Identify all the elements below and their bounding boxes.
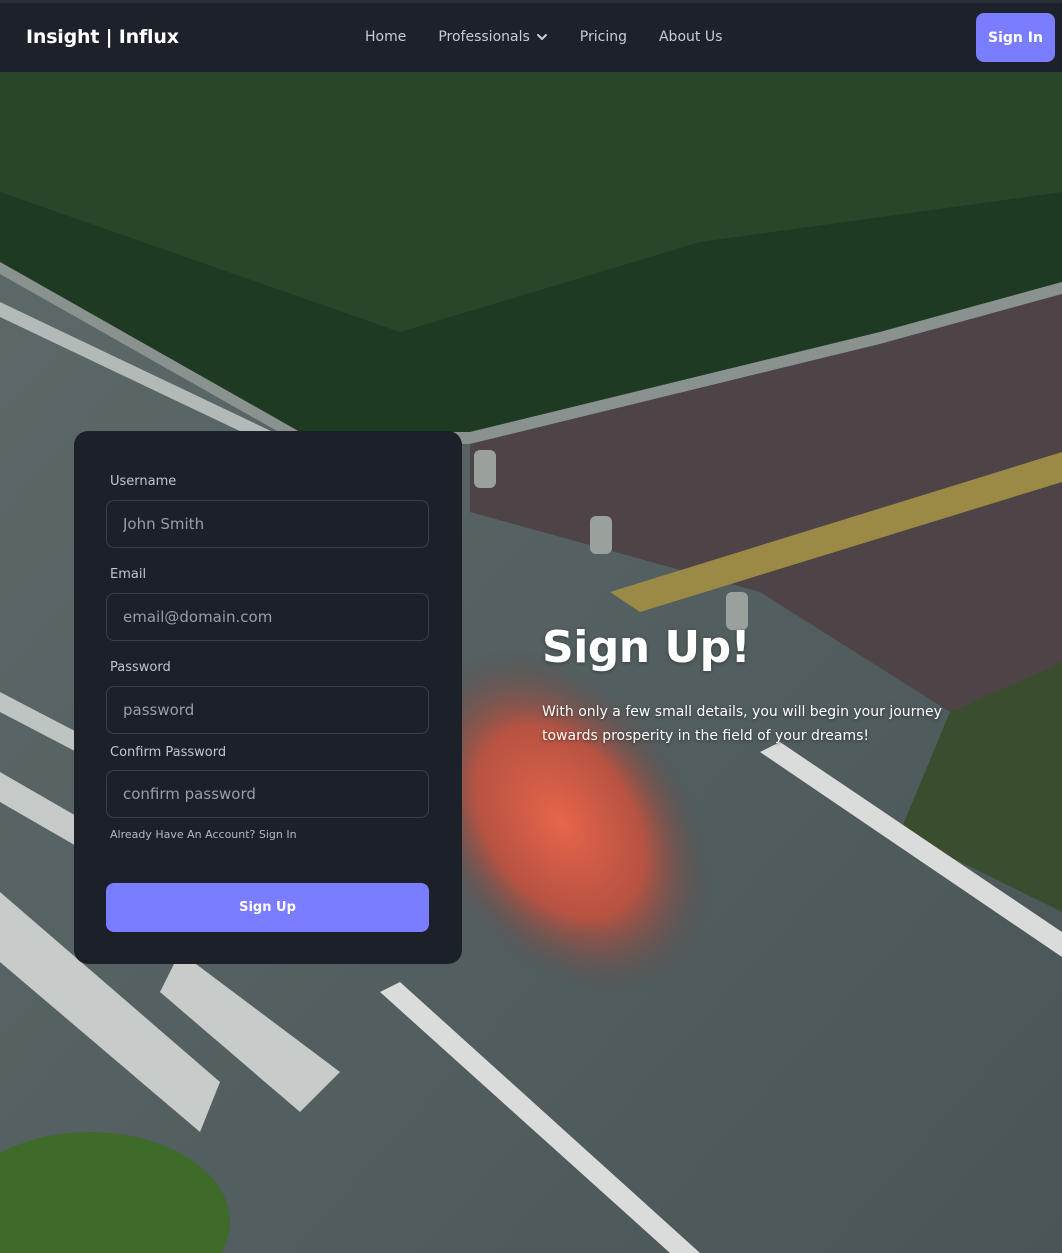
username-label: Username: [110, 474, 177, 489]
email-label: Email: [110, 567, 147, 582]
nav-links: Home Professionals Pricing About Us: [365, 29, 754, 45]
nav-link-about[interactable]: About Us: [659, 29, 722, 45]
username-input[interactable]: [106, 500, 429, 548]
nav-link-pricing[interactable]: Pricing: [580, 29, 627, 45]
signup-card: Username Email Password Confirm Password…: [74, 431, 462, 964]
nav-link-home[interactable]: Home: [365, 29, 406, 45]
nav-link-professionals-label: Professionals: [438, 29, 530, 45]
email-input[interactable]: [106, 593, 429, 641]
sign-up-button[interactable]: Sign Up: [106, 883, 429, 932]
confirm-password-label: Confirm Password: [110, 745, 227, 760]
sign-in-button[interactable]: Sign In: [976, 13, 1055, 62]
top-navbar: Insight | Influx Home Professionals Pric…: [0, 0, 1062, 72]
hero-title: Sign Up!: [542, 622, 751, 673]
hero-description: With only a few small details, you will …: [542, 704, 942, 744]
password-label: Password: [110, 660, 171, 675]
chevron-down-icon: [536, 34, 547, 40]
password-input[interactable]: [106, 686, 429, 734]
already-have-account-link[interactable]: Already Have An Account? Sign In: [110, 828, 297, 841]
brand-logo[interactable]: Insight | Influx: [26, 26, 179, 48]
nav-link-professionals[interactable]: Professionals: [438, 29, 547, 45]
confirm-password-input[interactable]: [106, 770, 429, 818]
